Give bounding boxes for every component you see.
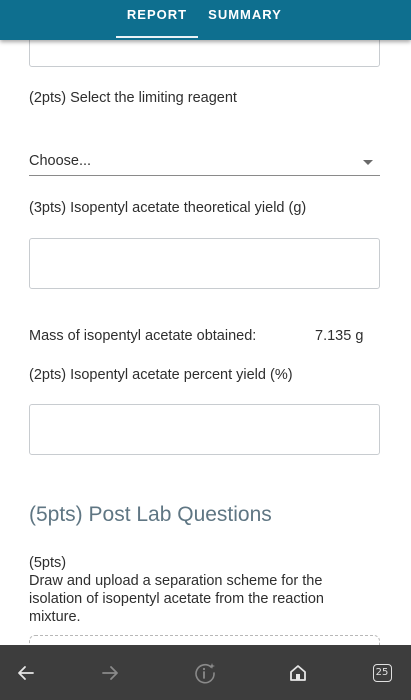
percent-yield-question: (2pts) Isopentyl acetate percent yield (…	[29, 367, 293, 383]
limiting-reagent-selected-value: Choose...	[29, 153, 92, 169]
post-lab-section-title: (5pts) Post Lab Questions	[29, 503, 272, 526]
active-tab-indicator	[116, 36, 198, 38]
post-lab-question-points: (5pts)	[29, 555, 67, 571]
mass-obtained-value: 7.135 g	[315, 328, 364, 344]
post-lab-question-text: Draw and upload a separation scheme for …	[29, 573, 324, 625]
report-content: (2pts) Select the limiting reagent Choos…	[0, 0, 411, 645]
home-icon	[290, 664, 306, 681]
mass-obtained-label: Mass of isopentyl acetate obtained:	[29, 328, 257, 344]
tab-summary[interactable]: SUMMARY	[203, 0, 287, 40]
tabs-button[interactable]: 25	[352, 645, 411, 700]
tab-summary-label: SUMMARY	[208, 7, 282, 22]
report-tab-bar: REPORT SUMMARY	[0, 0, 411, 40]
percent-yield-input[interactable]	[29, 404, 380, 455]
tabs-icon: 25	[372, 663, 392, 682]
upload-dropzone[interactable]	[29, 635, 380, 645]
limiting-reagent-select[interactable]: Choose...	[29, 150, 380, 176]
post-lab-question: (5pts) Draw and upload a separation sche…	[29, 554, 359, 626]
forward-arrow-icon	[102, 665, 118, 680]
theoretical-yield-question: (3pts) Isopentyl acetate theoretical yie…	[29, 200, 307, 216]
chevron-down-icon	[363, 160, 373, 165]
tab-report-label: REPORT	[126, 7, 188, 22]
tab-count: 25	[375, 667, 389, 678]
back-arrow-icon	[18, 665, 34, 680]
tab-report[interactable]: REPORT	[116, 0, 198, 40]
browser-toolbar: 25	[0, 645, 411, 700]
back-button[interactable]	[0, 645, 56, 700]
info-sparkle-icon	[195, 662, 215, 684]
forward-button[interactable]	[80, 645, 140, 700]
page-info-button[interactable]	[175, 645, 235, 700]
limiting-reagent-question: (2pts) Select the limiting reagent	[29, 90, 237, 106]
theoretical-yield-input[interactable]	[29, 238, 380, 289]
home-button[interactable]	[268, 645, 328, 700]
